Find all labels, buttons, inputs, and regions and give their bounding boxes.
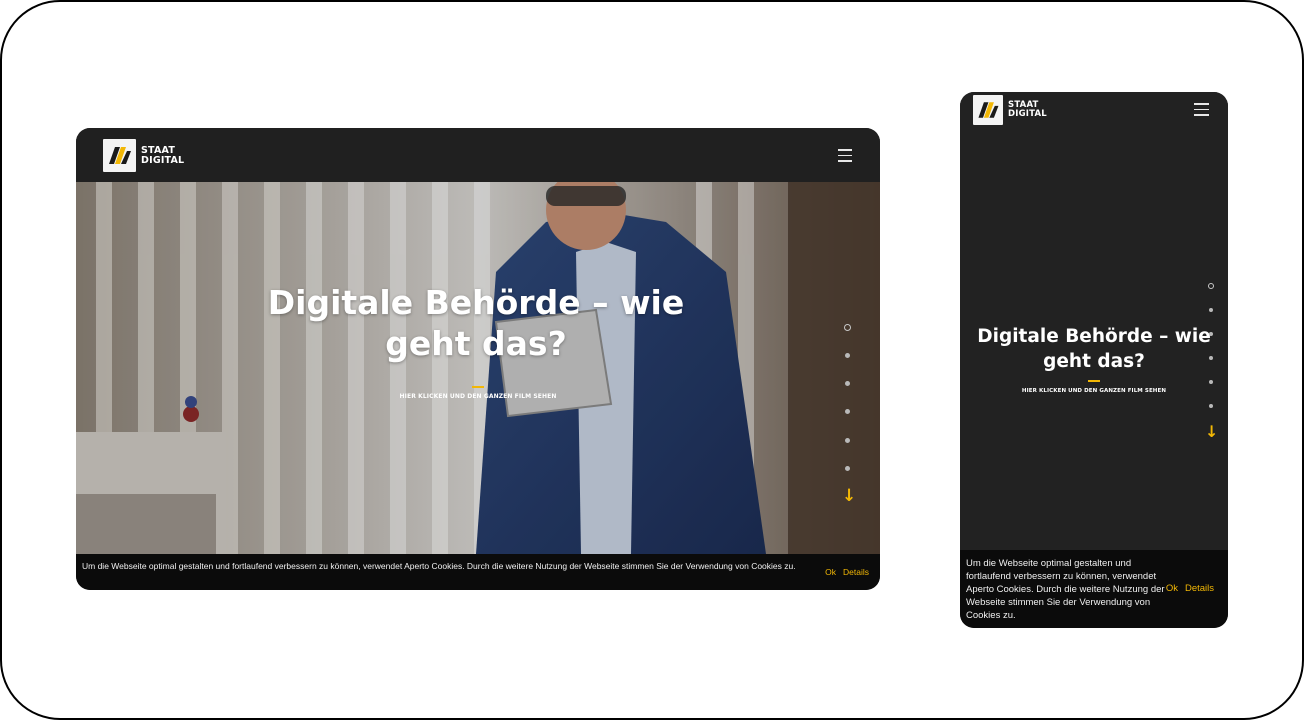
- hamburger-menu-icon[interactable]: [1194, 103, 1209, 120]
- cookie-details-link-mobile[interactable]: Details: [1185, 583, 1214, 594]
- section-dot-6-mobile[interactable]: [1209, 404, 1213, 408]
- cookie-ok-button[interactable]: Ok: [825, 567, 836, 577]
- cookie-ok-button-mobile[interactable]: Ok: [1166, 583, 1178, 594]
- site-header-mobile: STAAT DIGITAL: [960, 92, 1228, 128]
- section-dot-4[interactable]: [845, 409, 850, 414]
- section-dot-2-mobile[interactable]: [1209, 308, 1213, 312]
- staat-digital-logo-icon: [973, 95, 1003, 125]
- logo-line-1: STAAT: [141, 144, 176, 156]
- hamburger-menu-icon[interactable]: [838, 149, 852, 166]
- cookie-text: Um die Webseite optimal gestalten und fo…: [82, 561, 796, 571]
- hero-overlay: [76, 182, 880, 554]
- section-dot-3[interactable]: [845, 381, 850, 386]
- hero-headline-mobile: Digitale Behörde – wie geht das?: [977, 326, 1211, 372]
- section-dot-2[interactable]: [845, 353, 850, 358]
- desktop-screen: STAAT DIGITAL Digitale Behörde – wie geh…: [76, 128, 880, 590]
- arrow-down-icon[interactable]: ↓: [1205, 422, 1218, 441]
- accent-divider-mobile: [1088, 380, 1100, 382]
- arrow-down-icon[interactable]: ↓: [842, 486, 856, 506]
- logo-mobile[interactable]: STAAT DIGITAL: [973, 95, 1047, 125]
- section-dot-3-mobile[interactable]: [1209, 332, 1213, 336]
- watch-film-link-mobile[interactable]: Hier klicken und den ganzen Film sehen: [1014, 388, 1174, 394]
- logo-line-2: DIGITAL: [141, 154, 185, 166]
- section-dot-5-mobile[interactable]: [1209, 380, 1213, 384]
- logo[interactable]: STAAT DIGITAL: [103, 139, 184, 172]
- accent-divider: [472, 386, 484, 388]
- section-dot-5[interactable]: [845, 438, 850, 443]
- staat-digital-logo-icon: [103, 139, 136, 172]
- cookie-banner: Um die Webseite optimal gestalten und fo…: [76, 554, 880, 590]
- hero-video[interactable]: Digitale Behörde – wie geht das? Hier kl…: [76, 182, 880, 554]
- site-header: STAAT DIGITAL: [76, 128, 880, 182]
- mobile-screen: STAAT DIGITAL Digitale Behörde – wie geh…: [960, 92, 1228, 628]
- cookie-banner-mobile: Um die Webseite optimal gestalten und fo…: [960, 550, 1228, 628]
- section-dot-1-mobile[interactable]: [1208, 283, 1214, 289]
- cookie-details-link[interactable]: Details: [843, 567, 869, 577]
- hero-headline: Digitale Behörde – wie geht das?: [267, 283, 685, 363]
- cookie-actions-mobile: Ok Details: [1166, 583, 1214, 594]
- section-dot-1[interactable]: [844, 324, 851, 331]
- logo-wordmark: STAAT DIGITAL: [141, 144, 185, 166]
- section-dot-4-mobile[interactable]: [1209, 356, 1213, 360]
- watch-film-link[interactable]: Hier klicken und den ganzen Film sehen: [376, 393, 580, 400]
- section-dot-6[interactable]: [845, 466, 850, 471]
- logo-wordmark-mobile: STAAT DIGITAL: [1008, 101, 1047, 119]
- cookie-text-mobile: Um die Webseite optimal gestalten und fo…: [966, 558, 1165, 621]
- cookie-actions: Ok Details: [825, 567, 869, 577]
- logo-line-2-mobile: DIGITAL: [1008, 109, 1047, 119]
